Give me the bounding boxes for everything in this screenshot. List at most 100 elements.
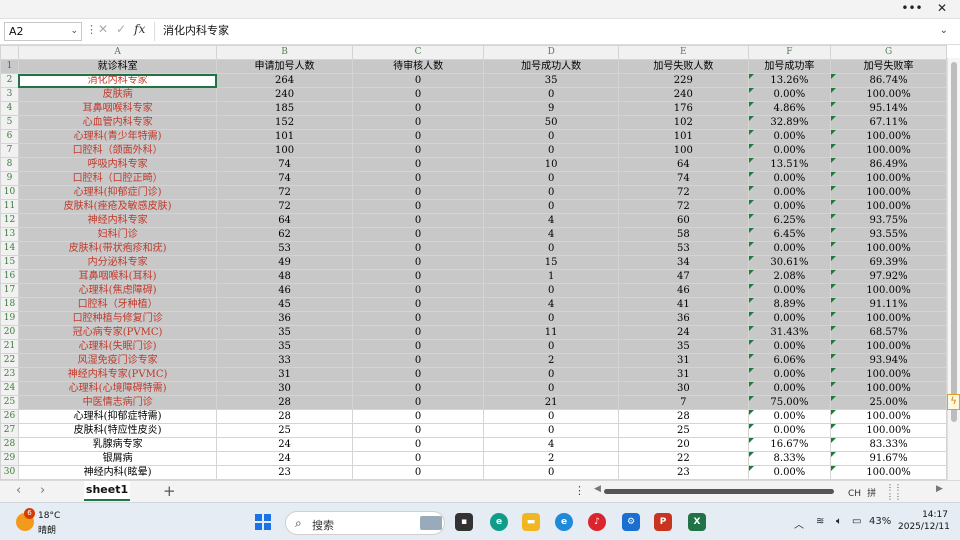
cell[interactable]: 30.61%: [747, 255, 832, 270]
cell[interactable]: 83.33%: [830, 437, 947, 452]
cell[interactable]: 4: [483, 437, 619, 452]
cell[interactable]: 0: [351, 87, 485, 102]
cell[interactable]: 0: [351, 129, 485, 144]
cell[interactable]: 93.94%: [830, 353, 947, 368]
ime-indicator[interactable]: CH 拼: [848, 486, 882, 499]
row-header[interactable]: 6: [0, 129, 19, 144]
cell[interactable]: 消化内科专家: [17, 73, 218, 88]
cell[interactable]: 97.92%: [830, 269, 947, 284]
cell[interactable]: 0: [483, 171, 619, 186]
cell[interactable]: 0: [351, 199, 485, 214]
horizontal-scrollbar[interactable]: [594, 487, 844, 496]
more-vertical-icon[interactable]: ⋮: [86, 23, 97, 36]
cell[interactable]: 2.08%: [747, 269, 832, 284]
cell[interactable]: 100.00%: [830, 423, 947, 438]
cell[interactable]: 50: [483, 115, 619, 130]
cell[interactable]: 0.00%: [747, 381, 832, 396]
cell[interactable]: 24: [216, 451, 353, 466]
cell[interactable]: 58: [617, 227, 749, 242]
row-header[interactable]: 16: [0, 269, 19, 284]
row-header[interactable]: 19: [0, 311, 19, 326]
cell[interactable]: 0: [351, 423, 485, 438]
cell[interactable]: 100.00%: [830, 367, 947, 382]
music-app-icon[interactable]: ♪: [588, 513, 606, 531]
cell[interactable]: 0: [483, 409, 619, 424]
cell[interactable]: 0: [351, 227, 485, 242]
cell[interactable]: 0: [351, 213, 485, 228]
row-header[interactable]: 23: [0, 367, 19, 382]
cell[interactable]: 30: [216, 381, 353, 396]
cell[interactable]: 6.06%: [747, 353, 832, 368]
cell[interactable]: 74: [617, 171, 749, 186]
cell[interactable]: 49: [216, 255, 353, 270]
cell[interactable]: 46: [216, 283, 353, 298]
cell[interactable]: 93.75%: [830, 213, 947, 228]
cell[interactable]: 口腔科（牙种植）: [17, 297, 218, 312]
header-cell[interactable]: 加号失败率: [830, 59, 947, 74]
cell[interactable]: 0: [351, 409, 485, 424]
cell[interactable]: 24: [216, 437, 353, 452]
cell[interactable]: 0: [351, 241, 485, 256]
cell[interactable]: 16.67%: [747, 437, 832, 452]
row-header[interactable]: 20: [0, 325, 19, 340]
cell[interactable]: 心理科(抑郁症特需): [17, 409, 218, 424]
cell[interactable]: 0.00%: [747, 241, 832, 256]
cell[interactable]: 神经内科专家: [17, 213, 218, 228]
cell[interactable]: 36: [216, 311, 353, 326]
file-explorer-icon[interactable]: ▬: [522, 513, 540, 531]
cell[interactable]: 24: [617, 325, 749, 340]
cell[interactable]: 100.00%: [830, 199, 947, 214]
cell[interactable]: 100.00%: [830, 283, 947, 298]
cell[interactable]: 28: [216, 395, 353, 410]
cell[interactable]: 皮肤病: [17, 87, 218, 102]
cell[interactable]: 91.67%: [830, 451, 947, 466]
cell[interactable]: 45: [216, 297, 353, 312]
cell[interactable]: 25.00%: [830, 395, 947, 410]
cell[interactable]: 0.00%: [747, 129, 832, 144]
cell[interactable]: 0: [351, 157, 485, 172]
cell[interactable]: 32.89%: [747, 115, 832, 130]
column-header[interactable]: F: [747, 45, 832, 60]
cell[interactable]: 乳腺病专家: [17, 437, 218, 452]
header-cell[interactable]: 申请加号人数: [216, 59, 353, 74]
cell[interactable]: 0: [483, 185, 619, 200]
row-header[interactable]: 26: [0, 409, 19, 424]
pdf-app-icon[interactable]: P: [654, 513, 672, 531]
cell[interactable]: 100.00%: [830, 409, 947, 424]
cell[interactable]: 0.00%: [747, 143, 832, 158]
cell[interactable]: 0.00%: [747, 87, 832, 102]
cell[interactable]: 64: [617, 157, 749, 172]
row-header[interactable]: 25: [0, 395, 19, 410]
cell[interactable]: 2: [483, 353, 619, 368]
cell[interactable]: 0.00%: [747, 311, 832, 326]
cell[interactable]: 15: [483, 255, 619, 270]
cell[interactable]: 口腔科（颌面外科）: [17, 143, 218, 158]
cell[interactable]: 0: [351, 185, 485, 200]
column-header[interactable]: B: [216, 45, 353, 60]
more-vertical-icon[interactable]: ⋮: [574, 484, 585, 497]
cell[interactable]: 耳鼻咽喉科专家: [17, 101, 218, 116]
cell[interactable]: 0: [351, 311, 485, 326]
cancel-x-icon[interactable]: ✕: [98, 22, 108, 36]
column-header[interactable]: E: [617, 45, 749, 60]
close-window-button[interactable]: ✕: [927, 0, 957, 19]
row-header[interactable]: 18: [0, 297, 19, 312]
cell[interactable]: 102: [617, 115, 749, 130]
row-header[interactable]: 14: [0, 241, 19, 256]
wifi-icon[interactable]: ≋: [816, 516, 824, 527]
cell[interactable]: 240: [216, 87, 353, 102]
fx-icon[interactable]: fx: [134, 22, 145, 36]
cell[interactable]: 68.57%: [830, 325, 947, 340]
row-header[interactable]: 12: [0, 213, 19, 228]
cell[interactable]: 36: [617, 311, 749, 326]
cell[interactable]: 11: [483, 325, 619, 340]
cell[interactable]: 0: [351, 353, 485, 368]
row-header[interactable]: 5: [0, 115, 19, 130]
row-header[interactable]: 8: [0, 157, 19, 172]
scroll-thumb[interactable]: [951, 62, 957, 422]
cell[interactable]: 30: [617, 381, 749, 396]
cell[interactable]: 0: [351, 255, 485, 270]
cell[interactable]: 13.26%: [747, 73, 832, 88]
cell[interactable]: 皮肤科(带状疱疹和疣): [17, 241, 218, 256]
cell[interactable]: 4.86%: [747, 101, 832, 116]
